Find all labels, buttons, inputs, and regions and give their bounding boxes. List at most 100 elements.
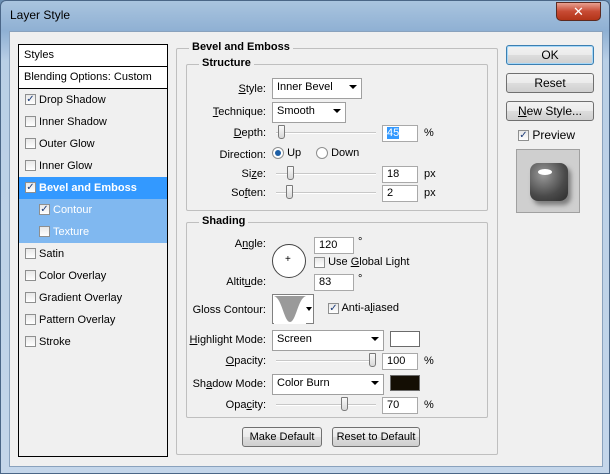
size-label: Size:	[241, 168, 266, 180]
gloss-contour-label: Gloss Contour:	[192, 304, 266, 316]
chevron-down-icon	[306, 307, 312, 311]
preview-toggle[interactable]: ✓ Preview	[518, 128, 575, 142]
depth-value: 45	[387, 127, 400, 139]
style-item-label: Stroke	[39, 336, 71, 348]
style-item-satin[interactable]: Satin	[19, 243, 167, 265]
layer-style-window: Layer Style ✕ Styles Blending Options: C…	[0, 0, 610, 474]
dialog-client: Styles Blending Options: Custom ✓ Drop Sh…	[9, 31, 603, 467]
reset-button[interactable]: Reset	[506, 73, 594, 93]
style-item-bevel-and-emboss[interactable]: ✓ Bevel and Emboss	[19, 177, 167, 199]
direction-up-option[interactable]: Up	[272, 147, 301, 160]
angle-label: Angle:	[234, 238, 266, 250]
style-item-label: Bevel and Emboss	[39, 182, 137, 194]
size-slider-thumb[interactable]	[287, 166, 294, 180]
style-item-checkbox[interactable]: ✓	[25, 182, 36, 193]
depth-slider[interactable]	[276, 125, 376, 139]
shadow-color-swatch[interactable]	[390, 375, 420, 391]
global-light-label: Use Global Light	[328, 256, 410, 268]
angle-input[interactable]: 120	[314, 237, 354, 254]
antialiased-checkbox[interactable]: ✓	[328, 302, 339, 314]
style-item-texture[interactable]: Texture	[19, 221, 167, 243]
direction-down-option[interactable]: Down	[316, 147, 359, 160]
preview-label: Preview	[532, 128, 576, 142]
style-item-drop-shadow[interactable]: ✓ Drop Shadow	[19, 89, 167, 111]
shadow-opacity-thumb[interactable]	[341, 397, 348, 411]
title-bar[interactable]: Layer Style ✕	[1, 1, 609, 31]
soften-label: Soften:	[231, 187, 266, 199]
style-item-checkbox[interactable]	[25, 336, 36, 347]
soften-slider-thumb[interactable]	[286, 185, 293, 199]
style-item-checkbox[interactable]	[25, 138, 36, 149]
global-light-checkbox[interactable]	[314, 256, 325, 268]
make-default-button[interactable]: Make Default	[242, 427, 322, 447]
style-items: ✓ Drop Shadow Inner Shadow Outer Glow Inner …	[19, 89, 167, 353]
depth-slider-thumb[interactable]	[278, 125, 285, 139]
styles-header[interactable]: Styles	[19, 45, 167, 67]
style-item-stroke[interactable]: Stroke	[19, 331, 167, 353]
chevron-down-icon	[333, 109, 341, 113]
depth-input[interactable]: 45	[382, 125, 418, 142]
style-item-checkbox[interactable]: ✓	[39, 204, 50, 215]
style-item-pattern-overlay[interactable]: Pattern Overlay	[19, 309, 167, 331]
style-item-inner-shadow[interactable]: Inner Shadow	[19, 111, 167, 133]
style-item-label: Inner Glow	[39, 160, 93, 172]
gloss-contour-picker[interactable]	[272, 294, 314, 324]
style-item-label: Gradient Overlay	[39, 292, 123, 304]
altitude-input[interactable]: 83	[314, 274, 354, 291]
highlight-opacity-thumb[interactable]	[369, 353, 376, 367]
preview-swatch	[530, 163, 568, 201]
shadow-opacity-slider[interactable]	[276, 397, 376, 411]
technique-label: Technique:	[212, 106, 266, 118]
highlight-opacity-slider[interactable]	[276, 353, 376, 367]
style-item-checkbox[interactable]	[25, 116, 36, 127]
window-title: Layer Style	[10, 8, 71, 22]
antialiased-toggle[interactable]: ✓ Anti-aliased	[328, 302, 399, 314]
style-item-gradient-overlay[interactable]: Gradient Overlay	[19, 287, 167, 309]
shadow-opacity-input[interactable]: 70	[382, 397, 418, 414]
shadow-opacity-label: Opacity:	[225, 399, 266, 411]
style-item-checkbox[interactable]	[39, 226, 50, 237]
style-item-checkbox[interactable]	[25, 292, 36, 303]
style-item-inner-glow[interactable]: Inner Glow	[19, 155, 167, 177]
crosshair-icon: +	[285, 254, 291, 265]
size-slider[interactable]	[276, 166, 376, 180]
reset-to-default-button[interactable]: Reset to Default	[332, 427, 420, 447]
preview-thumbnail	[516, 149, 580, 213]
style-item-checkbox[interactable]	[25, 160, 36, 171]
highlight-color-swatch[interactable]	[390, 331, 420, 347]
global-light-toggle[interactable]: Use Global Light	[314, 256, 409, 268]
style-select[interactable]: Inner Bevel	[272, 78, 362, 99]
altitude-unit: °	[358, 273, 363, 285]
direction-up-radio[interactable]	[272, 147, 284, 160]
direction-down-radio[interactable]	[316, 147, 328, 160]
style-item-checkbox[interactable]	[25, 248, 36, 259]
soften-slider[interactable]	[276, 185, 376, 199]
style-item-contour[interactable]: ✓ Contour	[19, 199, 167, 221]
preview-checkbox[interactable]: ✓	[518, 130, 529, 142]
angle-dial[interactable]: +	[272, 244, 306, 278]
new-style-button[interactable]: New Style...	[506, 101, 594, 121]
highlight-opacity-label: Opacity:	[225, 355, 266, 367]
style-item-checkbox[interactable]	[25, 314, 36, 325]
shadow-mode-value: Color Burn	[277, 377, 330, 389]
highlight-opacity-input[interactable]: 100	[382, 353, 418, 370]
style-item-outer-glow[interactable]: Outer Glow	[19, 133, 167, 155]
angle-unit: °	[358, 236, 363, 248]
highlight-mode-label: Highlight Mode:	[189, 334, 266, 346]
contour-curve-icon	[274, 296, 306, 324]
ok-button[interactable]: OK	[506, 45, 594, 65]
style-item-color-overlay[interactable]: Color Overlay	[19, 265, 167, 287]
highlight-mode-select[interactable]: Screen	[272, 330, 384, 351]
style-item-label: Inner Shadow	[39, 116, 107, 128]
size-input[interactable]: 18	[382, 166, 418, 183]
soften-input[interactable]: 2	[382, 185, 418, 202]
technique-select[interactable]: Smooth	[272, 102, 346, 123]
style-item-checkbox[interactable]	[25, 270, 36, 281]
style-item-checkbox[interactable]: ✓	[25, 94, 36, 105]
chevron-down-icon	[371, 381, 379, 385]
blending-options[interactable]: Blending Options: Custom	[19, 67, 167, 89]
style-item-label: Outer Glow	[39, 138, 95, 150]
close-button[interactable]: ✕	[556, 2, 601, 21]
depth-label: Depth:	[233, 127, 266, 139]
shadow-mode-select[interactable]: Color Burn	[272, 374, 384, 395]
